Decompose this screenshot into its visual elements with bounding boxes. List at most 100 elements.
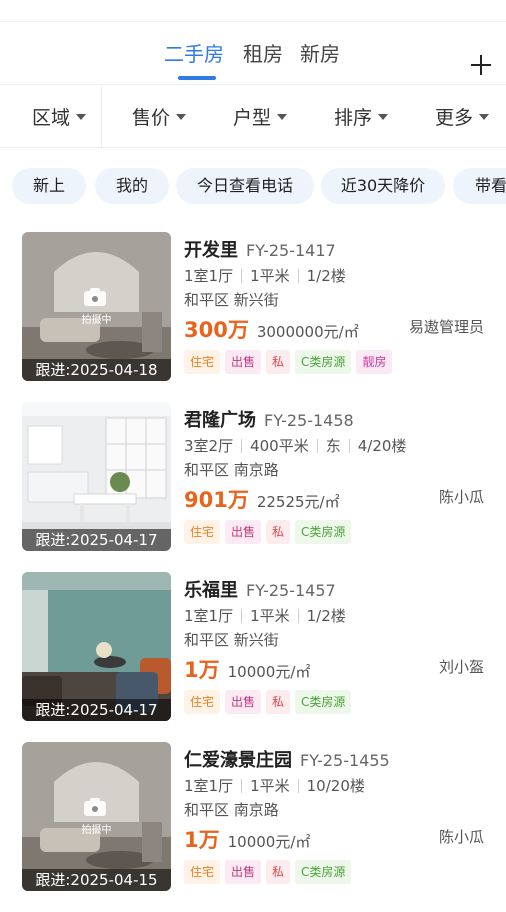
spec-area: 1平米: [250, 267, 290, 285]
spec-layout: 1室1厅: [184, 607, 234, 625]
tag: C类房源: [295, 520, 352, 544]
listing-specs: 1室1厅 1平米 10/20楼: [184, 775, 365, 796]
listing-name: 乐福里: [184, 580, 238, 601]
listing-tags: 住宅 出售私 C类房源: [184, 520, 356, 546]
listing-photo: 跟进:2025-04-17: [22, 402, 171, 551]
camera-icon: [84, 288, 108, 306]
agent-name: 陈小瓜: [438, 488, 484, 506]
tag: C类房源: [295, 690, 352, 714]
listing-code: FY-25-1417: [246, 241, 336, 260]
listing-code: FY-25-1458: [264, 411, 354, 430]
tab-bar: 二手房 租房 新房: [0, 22, 506, 84]
listing-photo: 跟进:2025-04-17: [22, 572, 171, 721]
follow-up-date: 跟进:2025-04-17: [22, 529, 171, 551]
unit-price: 3000000元/㎡: [256, 323, 359, 341]
tag: 私: [266, 520, 291, 544]
spec-floor: 10/20楼: [306, 777, 365, 795]
listing-location: 和平区 新兴街: [184, 631, 279, 649]
chip-mine[interactable]: 我的: [95, 168, 169, 204]
listing-card[interactable]: 拍摄中 跟进:2025-04-18 开发里 FY-25-1417 1室1厅 1平米 1…: [0, 232, 506, 402]
caret-down-icon: [378, 113, 389, 120]
tag: 出售: [225, 520, 262, 544]
total-price: 300万: [184, 318, 249, 342]
tag: 住宅: [184, 520, 221, 544]
tag: 出售: [225, 350, 262, 374]
listing-photo: 拍摄中 跟进:2025-04-18: [22, 232, 171, 381]
follow-up-date: 跟进:2025-04-15: [22, 869, 171, 891]
listing-title: 君隆广场 FY-25-1458: [184, 406, 354, 432]
listing-price: 1万 10000元/㎡: [184, 654, 310, 684]
chip-price-drop-30d[interactable]: 近30天降价: [321, 168, 445, 204]
listing-location: 和平区 南京路: [184, 461, 279, 479]
camera-label: 拍摄中: [81, 315, 112, 326]
listing-code: FY-25-1455: [300, 751, 390, 770]
listing-name: 开发里: [184, 240, 238, 261]
spec-floor: 4/20楼: [357, 437, 407, 455]
listing-card[interactable]: 拍摄中 跟进:2025-04-15 仁爱濠景庄园 FY-25-1455 1室1厅 1…: [0, 742, 506, 912]
tag: C类房源: [295, 860, 352, 884]
tab-rent[interactable]: 租房: [243, 38, 283, 67]
listing-specs: 3室2厅 400平米东 4/20楼: [184, 435, 406, 456]
filter-label: 户型: [233, 107, 272, 129]
filter-bar: 区域 售价 户型 排序 更多: [0, 84, 506, 149]
listing-title: 开发里 FY-25-1417: [184, 236, 336, 262]
quick-filter-chips: 新上 我的 今日查看电话 近30天降价 带看: [0, 148, 506, 226]
total-price: 1万: [184, 828, 220, 852]
camera-label: 拍摄中: [81, 825, 112, 836]
caret-down-icon: [176, 113, 187, 120]
listing-card[interactable]: 跟进:2025-04-17 君隆广场 FY-25-1458 3室2厅 400平米东 4…: [0, 402, 506, 572]
tag: 住宅: [184, 690, 221, 714]
spec-floor: 1/2楼: [306, 267, 346, 285]
tag: C类房源: [295, 350, 352, 374]
agent-name: 陈小瓜: [438, 828, 484, 846]
chip-new-listing[interactable]: 新上: [12, 168, 86, 204]
agent-name: 易遨管理员: [408, 318, 484, 336]
plus-icon[interactable]: [470, 54, 492, 76]
filter-layout[interactable]: 户型: [233, 103, 288, 130]
filter-more[interactable]: 更多: [435, 103, 490, 130]
tag: 靓房: [356, 350, 393, 374]
tab-active-indicator: [178, 76, 216, 80]
tag: 出售: [225, 690, 262, 714]
spec-orientation: 东: [325, 437, 341, 455]
listing-photo: 拍摄中 跟进:2025-04-15: [22, 742, 171, 891]
tab-second-hand[interactable]: 二手房: [164, 38, 224, 67]
listing-tags: 住宅 出售私 C类房源 靓房: [184, 350, 397, 376]
spec-layout: 3室2厅: [184, 437, 234, 455]
spec-floor: 1/2楼: [306, 607, 346, 625]
agent-name: 刘小盔: [438, 658, 484, 676]
caret-down-icon: [277, 113, 288, 120]
filter-price[interactable]: 售价: [132, 103, 187, 130]
spec-layout: 1室1厅: [184, 267, 234, 285]
unit-price: 22525元/㎡: [256, 493, 340, 511]
camera-icon: [84, 798, 108, 816]
chip-phone-views-today[interactable]: 今日查看电话: [176, 168, 314, 204]
caret-down-icon: [479, 113, 490, 120]
filter-label: 区域: [32, 107, 71, 129]
listing-code: FY-25-1457: [246, 581, 336, 600]
listing-title: 仁爱濠景庄园 FY-25-1455: [184, 746, 390, 772]
filter-sort[interactable]: 排序: [334, 103, 389, 130]
filter-district[interactable]: 区域: [32, 103, 87, 130]
tag: 私: [266, 860, 291, 884]
follow-up-date: 跟进:2025-04-17: [22, 699, 171, 721]
chip-viewing[interactable]: 带看: [453, 168, 506, 204]
tag: 私: [266, 690, 291, 714]
tag: 出售: [225, 860, 262, 884]
tag: 住宅: [184, 350, 221, 374]
unit-price: 10000元/㎡: [227, 663, 311, 681]
total-price: 1万: [184, 658, 220, 682]
listing-card[interactable]: 跟进:2025-04-17 乐福里 FY-25-1457 1室1厅 1平米 1/2楼 …: [0, 572, 506, 742]
spec-area: 1平米: [250, 777, 290, 795]
filter-divider: [101, 85, 102, 149]
tab-new-house[interactable]: 新房: [300, 38, 340, 67]
listing-location: 和平区 南京路: [184, 801, 279, 819]
listing-title: 乐福里 FY-25-1457: [184, 576, 336, 602]
tag: 私: [266, 350, 291, 374]
filter-label: 售价: [132, 107, 171, 129]
listing-price: 1万 10000元/㎡: [184, 824, 310, 854]
follow-up-date: 跟进:2025-04-18: [22, 359, 171, 381]
listing-tags: 住宅 出售私 C类房源: [184, 690, 356, 716]
listing-specs: 1室1厅 1平米 1/2楼: [184, 265, 346, 286]
unit-price: 10000元/㎡: [227, 833, 311, 851]
